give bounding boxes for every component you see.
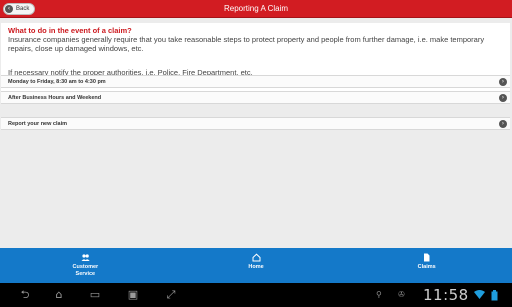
list-item-label: After Business Hours and Weekend bbox=[8, 95, 102, 101]
chevron-right-icon: › bbox=[499, 120, 507, 128]
document-icon bbox=[422, 253, 431, 262]
list-item-after-hours[interactable]: After Business Hours and Weekend › bbox=[1, 91, 510, 104]
nav-label: Home bbox=[248, 264, 264, 270]
home-icon bbox=[252, 253, 261, 262]
android-debug-icon: ✇ bbox=[398, 290, 405, 299]
clock: 11:58 bbox=[423, 286, 469, 304]
info-heading: What to do in the event of a claim? bbox=[8, 26, 132, 35]
system-navigation-bar: ⮌ ⌂ ▭ ▣ ⤢ ⚲ ✇ 11:58 bbox=[0, 283, 512, 307]
fullscreen-icon[interactable]: ⤢ bbox=[162, 289, 180, 301]
recent-apps-icon[interactable]: ▭ bbox=[86, 289, 104, 301]
battery-icon bbox=[491, 290, 498, 304]
screenshot-icon[interactable]: ▣ bbox=[124, 289, 142, 301]
wifi-icon bbox=[474, 290, 485, 302]
usb-icon: ⚲ bbox=[376, 290, 382, 299]
page-title: Reporting A Claim bbox=[223, 4, 289, 13]
chevron-right-icon: › bbox=[499, 78, 507, 86]
home-nav-icon[interactable]: ⌂ bbox=[50, 289, 68, 301]
top-bar: ‹ Back Reporting A Claim bbox=[0, 0, 512, 18]
back-nav-icon[interactable]: ⮌ bbox=[16, 289, 34, 301]
people-icon bbox=[81, 253, 90, 262]
list-item-label: Report your new claim bbox=[8, 121, 67, 127]
nav-home[interactable]: Home bbox=[171, 248, 342, 283]
info-body: Insurance companies generally require th… bbox=[8, 35, 485, 53]
chevron-right-icon: › bbox=[499, 94, 507, 102]
nav-label: Customer Service bbox=[72, 264, 99, 277]
nav-claims[interactable]: Claims bbox=[341, 248, 512, 283]
nav-customer-service[interactable]: Customer Service bbox=[0, 248, 171, 283]
list-item-weekday-hours[interactable]: Monday to Friday, 8:30 am to 4:30 pm › bbox=[1, 75, 510, 88]
bottom-navigation: Customer Service Home Claims bbox=[0, 248, 512, 283]
list-item-label: Monday to Friday, 8:30 am to 4:30 pm bbox=[8, 79, 106, 85]
main-content: What to do in the event of a claim? Insu… bbox=[0, 19, 512, 248]
nav-label: Claims bbox=[417, 264, 436, 270]
list-item-report-claim[interactable]: Report your new claim › bbox=[1, 117, 510, 130]
